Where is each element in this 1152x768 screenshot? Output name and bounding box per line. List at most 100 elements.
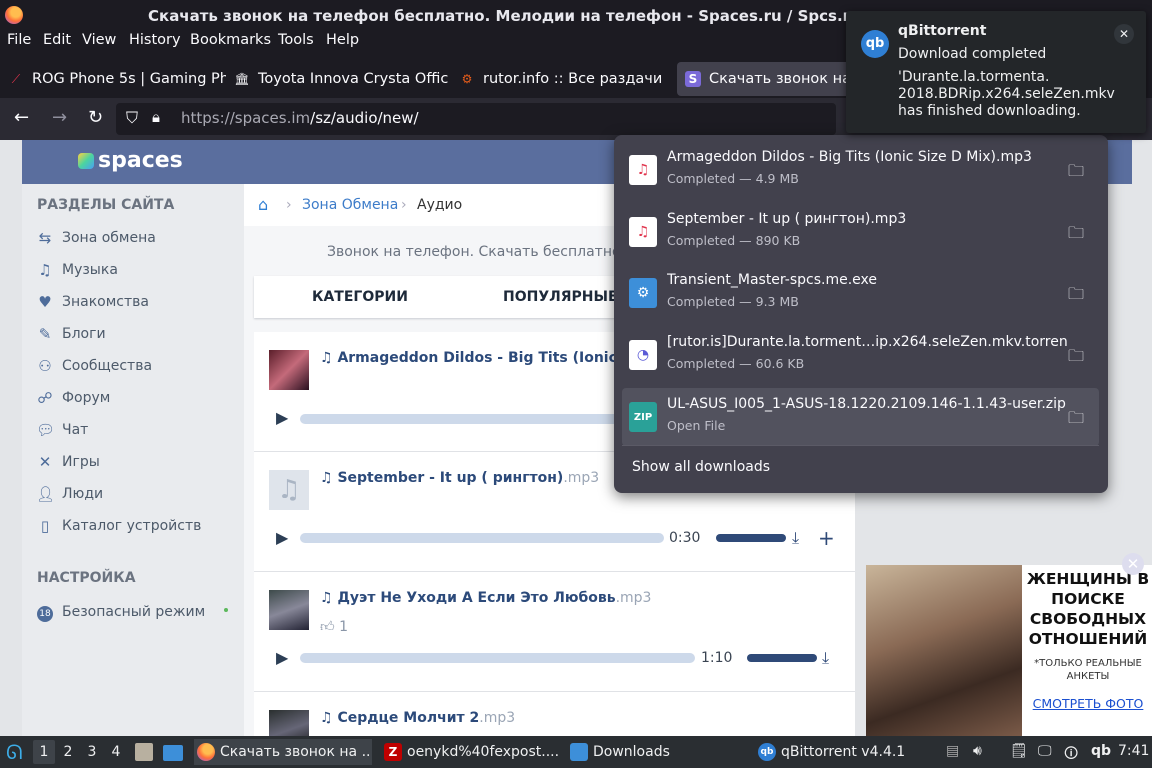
notification-popup[interactable]: qb qBittorrent Download completed 'Duran… [846,11,1146,133]
app-launcher-icon[interactable]: ᘏ [6,740,23,764]
progress-bar[interactable] [300,653,695,663]
folder-icon [570,743,588,761]
show-all-downloads-link[interactable]: Show all downloads [632,459,770,475]
track-title[interactable]: ♫ September - It up ( рингтон).mp3 [320,470,599,486]
volume-icon[interactable]: 🔊︎ [973,743,982,759]
sidebar-item-games[interactable]: ✕ Игры [36,453,100,471]
menu-edit[interactable]: Edit [43,32,71,48]
download-icon[interactable]: ⤓ [822,648,829,668]
sidebar-item-chat[interactable]: 💬︎ Чат [36,421,88,439]
task-filezilla[interactable]: Z oenykd%40fexpost.... [384,739,562,765]
workspace-4[interactable]: 4 [105,740,127,764]
close-tab-icon[interactable]: ✕ [668,71,669,87]
back-icon[interactable]: ← [14,107,29,128]
tab-rutor[interactable]: ⚙ rutor.info :: Все раздачи ✕ [459,62,669,96]
forward-icon[interactable]: → [52,107,67,128]
sidebar-item-exchange[interactable]: ⇆ Зона обмена [36,229,156,247]
folder-icon[interactable]: 🗀 [1068,345,1084,372]
downloads-panel: ♫ Armageddon Dildos - Big Tits (Ionic Si… [614,135,1108,493]
download-item[interactable]: ⚙ Transient_Master-spcs.me.exe Completed… [622,264,1099,322]
progress-bar[interactable] [300,414,620,424]
tab-rog[interactable]: ⟋ ROG Phone 5s | Gaming Ph ✕ [8,62,226,96]
shield-icon[interactable]: ⛉ [126,108,138,128]
breadcrumb-audio: Аудио [417,197,463,213]
track-cover [269,350,309,390]
track-cover [269,590,309,630]
task-firefox[interactable]: Скачать звонок на ... [194,739,372,765]
taskbar: ᘏ 1 2 3 4 Скачать звонок на ... Z oenykd… [0,736,1152,768]
progress-bar[interactable] [300,533,664,543]
download-item[interactable]: ZIP UL-ASUS_I005_1-ASUS-18.1220.2109.146… [622,388,1099,446]
folder-icon[interactable]: 🗀 [1068,407,1084,434]
site-logo[interactable]: spaces [78,148,183,173]
add-icon[interactable]: + [818,526,835,550]
url-bar[interactable]: ⛉ 🔒︎ https://spaces.im/sz/audio/new/ [116,103,836,135]
task-label: oenykd%40fexpost.... [407,744,560,760]
workspace-2[interactable]: 2 [57,740,79,764]
ad-close-icon[interactable]: ✕ [1122,553,1144,575]
clipboard-icon[interactable]: ▤ [946,743,959,759]
download-item[interactable]: ◔ [rutor.is]Durante.la.torment…ip.x264.s… [622,326,1099,384]
volume-slider[interactable] [716,534,786,542]
sidebar-item-people[interactable]: 👤︎ Люди [36,485,103,503]
home-icon[interactable]: ⌂ [258,195,268,214]
sidebar-item-safe-mode[interactable]: 18 Безопасный режим [36,602,236,622]
gear-file-icon: ⚙ [629,278,657,308]
folder-icon[interactable]: 🗀 [1068,283,1084,310]
tab-spaces[interactable]: S Скачать звонок на те [677,62,857,96]
volume-slider[interactable] [747,654,817,662]
sidebar-item-label: Сообщества [62,358,153,374]
workspace-3[interactable]: 3 [81,740,103,764]
download-item[interactable]: ♫ September - It up ( рингтон).mp3 Compl… [622,203,1099,261]
track-title[interactable]: ♫ Сердце Молчит 2.mp3 [320,710,515,726]
menu-help[interactable]: Help [326,32,359,48]
sidebar-item-music[interactable]: ♫ Музыка [36,261,118,279]
reload-icon[interactable]: ↻ [88,107,103,128]
menu-bookmarks[interactable]: Bookmarks [190,32,271,48]
ad-cta-link[interactable]: СМОТРЕТЬ ФОТО [1024,696,1152,711]
download-icon[interactable]: ⤓ [792,528,799,548]
sidebar-item-dating[interactable]: ♥ Знакомства [36,293,149,311]
people-icon: 👤︎ [36,485,56,503]
breadcrumb-exchange[interactable]: Зона Обмена [302,197,398,213]
show-desktop-icon[interactable] [163,745,183,761]
sidebar-item-forum[interactable]: ☍ Форум [36,389,110,407]
sidebar-item-devices[interactable]: ▯ Каталог устройств [36,517,202,535]
advertisement[interactable]: ЖЕНЩИНЫ В ПОИСКЕ СВОБОДНЫХ ОТНОШЕНИЙ *ТО… [866,553,1152,736]
folder-icon[interactable]: 🗀 [1068,160,1084,187]
play-icon[interactable]: ▶ [276,408,288,427]
chevron-right-icon: › [401,197,407,213]
likes[interactable]: 👍︎ 1 [320,618,348,635]
notes-icon[interactable]: 🗒︎ [1010,743,1028,759]
play-icon[interactable]: ▶ [276,648,288,667]
close-icon[interactable]: ✕ [1114,24,1134,44]
sidebar-item-label: Люди [62,486,104,502]
qbittorrent-tray-icon[interactable]: qb [1091,743,1111,759]
status-dot [224,608,228,612]
track-ext: .mp3 [479,710,516,726]
menu-view[interactable]: View [82,32,116,48]
workspace-1[interactable]: 1 [33,740,55,764]
track-title[interactable]: ♫ Дуэт Не Уходи А Если Это Любовь.mp3 [320,590,651,606]
tab-categories[interactable]: КАТЕГОРИИ [312,289,408,305]
menu-tools[interactable]: Tools [278,32,314,48]
task-qbittorrent[interactable]: qb qBittorrent v4.4.1 [758,739,938,765]
notifications-icon[interactable]: 🛈 [1064,743,1078,767]
menu-file[interactable]: File [7,32,31,48]
sidebar-item-communities[interactable]: ⚇ Сообщества [36,357,152,375]
file-manager-icon[interactable] [135,743,153,761]
clock[interactable]: 7:41 [1118,743,1149,759]
download-item[interactable]: ♫ Armageddon Dildos - Big Tits (Ionic Si… [622,141,1099,199]
track-title[interactable]: ♫ Armageddon Dildos - Big Tits (Ionic Si… [320,350,654,366]
url-text[interactable]: https://spaces.im/sz/audio/new/ [181,109,419,127]
tab-popular[interactable]: ПОПУЛЯРНЫЕ [503,289,618,305]
menu-history[interactable]: History [129,32,181,48]
task-downloads[interactable]: Downloads [570,739,750,765]
sections-header: РАЗДЕЛЫ САЙТА [37,197,175,213]
network-icon[interactable]: 🖵︎ [1038,743,1052,759]
tab-toyota[interactable]: 🏛 Toyota Innova Crysta Offic ✕ [234,62,452,96]
sidebar-item-blogs[interactable]: ✎ Блоги [36,325,106,343]
lock-icon[interactable]: 🔒︎ [152,108,160,126]
folder-icon[interactable]: 🗀 [1068,222,1084,249]
play-icon[interactable]: ▶ [276,528,288,547]
